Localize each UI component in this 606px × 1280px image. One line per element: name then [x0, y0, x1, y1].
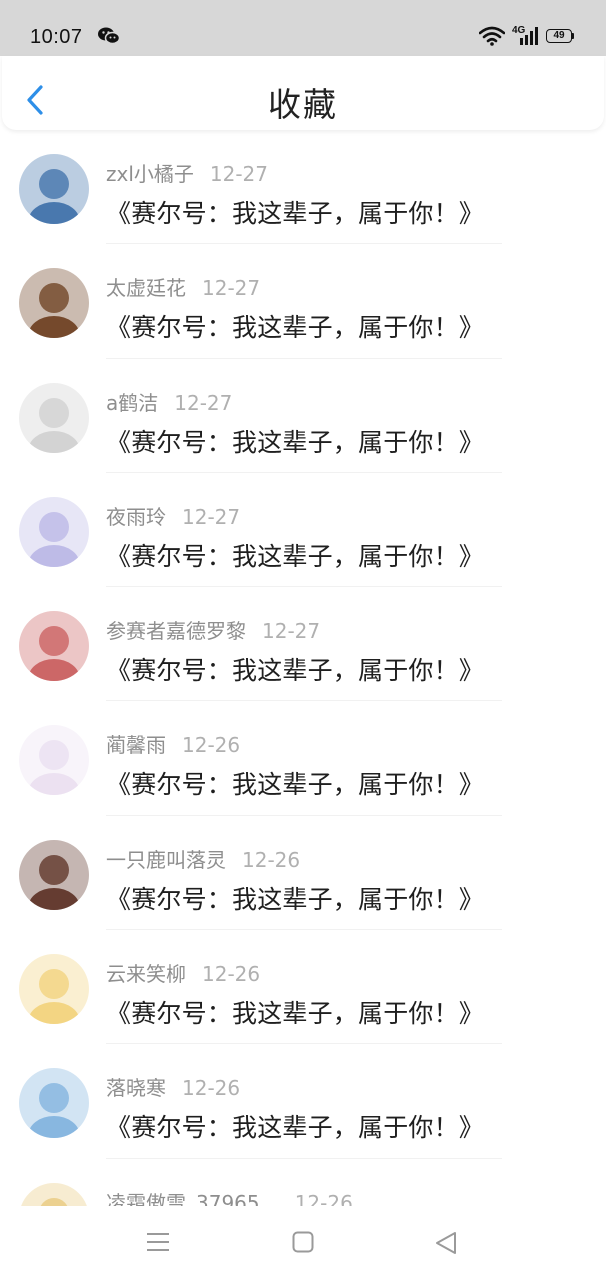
author-name: 一只鹿叫落灵 [106, 847, 226, 872]
item-meta: 云来笑柳 12-26 [106, 958, 260, 987]
post-title[interactable]: 《赛尔号：我这辈子，属于你！》 [106, 880, 484, 916]
favorite-item[interactable]: 凌霜傲雪_37965...12-26《赛尔号：我这辈子，属于你！》 [0, 1159, 606, 1206]
system-nav-bar [0, 1206, 606, 1280]
signal-icon [520, 27, 540, 49]
post-date: 12-26 [182, 733, 241, 758]
item-meta: 太虚廷花 12-27 [106, 272, 260, 301]
post-title[interactable]: 《赛尔号：我这辈子，属于你！》 [106, 423, 484, 459]
avatar[interactable] [19, 1068, 89, 1139]
post-date: 12-26 [202, 962, 261, 987]
avatar[interactable] [19, 611, 89, 682]
post-title[interactable]: 《赛尔号：我这辈子，属于你！》 [106, 994, 484, 1030]
item-meta: 凌霜傲雪_37965... 12-26 [106, 1187, 353, 1206]
favorite-item[interactable]: a鹤洁 12-27 《赛尔号：我这辈子，属于你！》 [0, 359, 606, 473]
post-title[interactable]: 《赛尔号：我这辈子，属于你！》 [106, 651, 484, 687]
post-date: 12-27 [174, 390, 233, 415]
item-meta: a鹤洁 12-27 [106, 387, 232, 416]
author-name: 云来笑柳 [106, 962, 186, 987]
favorite-item[interactable]: 夜雨玲 12-27 《赛尔号：我这辈子，属于你！》 [0, 473, 606, 588]
page-title: 收藏 [268, 85, 338, 124]
status-time: 10:07 [30, 26, 83, 48]
post-date: 12-27 [209, 162, 269, 186]
author-name: 太虚廷花 [106, 276, 186, 301]
wechat-notification-icon [98, 26, 121, 50]
post-date: 12-27 [202, 276, 261, 301]
item-meta: 蔺馨雨 12-26 [106, 729, 240, 758]
post-date: 12-26 [182, 1076, 241, 1101]
post-date: 12-26 [242, 847, 301, 872]
favorite-item[interactable]: 蔺馨雨 12-26 《赛尔号：我这辈子，属于你！》 [0, 701, 606, 816]
avatar[interactable] [19, 725, 89, 796]
author-name: zxl小橘子 [106, 162, 194, 186]
author-name: 凌霜傲雪_37965... [106, 1190, 279, 1206]
post-title[interactable]: 《赛尔号：我这辈子，属于你！》 [106, 194, 484, 230]
post-title[interactable]: 《赛尔号：我这辈子，属于你！》 [106, 1108, 484, 1144]
favorite-item[interactable]: zxl小橘子 12-27 《赛尔号：我这辈子，属于你！》 [0, 130, 606, 245]
home-icon[interactable] [292, 1231, 314, 1257]
wifi-icon [478, 26, 506, 50]
avatar[interactable] [19, 954, 89, 1025]
post-title[interactable]: 《赛尔号：我这辈子，属于你！》 [106, 308, 484, 344]
author-name: 落晓寒 [106, 1076, 166, 1101]
back-triangle-icon[interactable] [435, 1231, 457, 1259]
favorite-item[interactable]: 太虚廷花 12-27 《赛尔号：我这辈子，属于你！》 [0, 244, 606, 359]
post-title[interactable]: 《赛尔号：我这辈子，属于你！》 [106, 537, 484, 573]
author-name: 蔺馨雨 [106, 733, 166, 758]
item-meta: zxl小橘子 12-27 [106, 158, 268, 187]
author-name: 参赛者嘉德罗黎 [106, 619, 246, 644]
battery-cap [572, 33, 574, 39]
item-meta: 参赛者嘉德罗黎 12-27 [106, 615, 320, 644]
item-meta: 落晓寒 12-26 [106, 1072, 240, 1101]
post-date: 12-27 [182, 504, 241, 529]
favorites-list[interactable]: zxl小橘子 12-27 《赛尔号：我这辈子，属于你！》 太虚廷花 12-27 《赛尔号：… [0, 130, 606, 1206]
favorite-item[interactable]: 云来笑柳 12-26 《赛尔号：我这辈子，属于你！》 [0, 930, 606, 1045]
menu-icon[interactable] [146, 1231, 170, 1257]
item-meta: 一只鹿叫落灵 12-26 [106, 844, 300, 873]
avatar[interactable] [19, 496, 89, 567]
favorite-item[interactable]: 参赛者嘉德罗黎 12-27 《赛尔号：我这辈子，属于你！》 [0, 587, 606, 702]
avatar[interactable] [19, 1182, 89, 1206]
avatar[interactable] [19, 154, 89, 224]
post-date: 12-26 [294, 1190, 353, 1206]
post-title[interactable]: 《赛尔号：我这辈子，属于你！》 [106, 765, 484, 801]
battery-icon: 49 [546, 29, 572, 43]
status-bar: 10:07 4G 49 [0, 0, 606, 56]
avatar[interactable] [19, 382, 89, 453]
avatar[interactable] [19, 839, 89, 910]
favorite-item[interactable]: 一只鹿叫落灵 12-26 《赛尔号：我这辈子，属于你！》 [0, 816, 606, 931]
avatar[interactable] [19, 268, 89, 339]
author-name: a鹤洁 [106, 390, 159, 415]
favorite-item[interactable]: 落晓寒 12-26 《赛尔号：我这辈子，属于你！》 [0, 1044, 606, 1159]
item-meta: 夜雨玲 12-27 [106, 501, 240, 530]
author-name: 夜雨玲 [106, 504, 166, 529]
app-header: 收藏 [2, 56, 604, 130]
post-date: 12-27 [262, 619, 321, 644]
